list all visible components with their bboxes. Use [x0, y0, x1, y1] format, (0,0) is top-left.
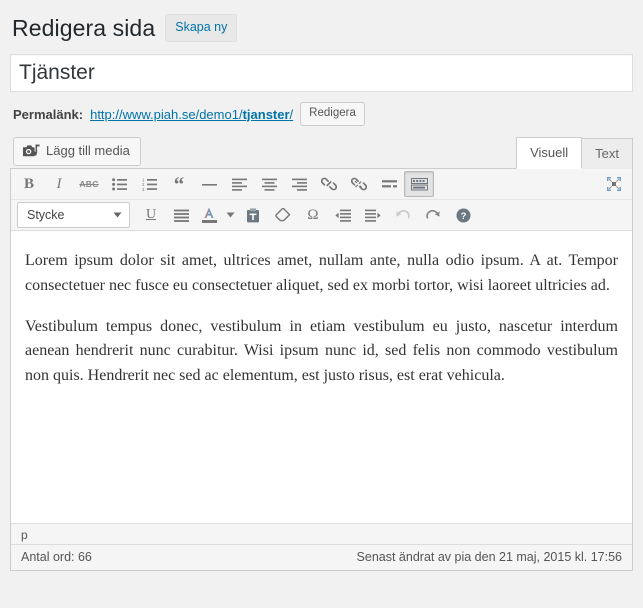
svg-text:?: ?: [460, 211, 466, 222]
clear-formatting-icon[interactable]: [268, 202, 298, 228]
read-more-tag-icon[interactable]: [374, 171, 404, 197]
text-color-caret-icon[interactable]: [222, 202, 238, 228]
toolbar-row-1: B I ABC 1 2 3 “: [11, 169, 632, 200]
strikethrough-icon[interactable]: ABC: [74, 171, 104, 197]
remove-link-icon[interactable]: [344, 171, 374, 197]
permalink-slug: tjanster: [242, 106, 290, 122]
italic-icon[interactable]: I: [44, 171, 74, 197]
permalink-url-prefix: http://www.piah.se/demo1/: [90, 106, 243, 122]
format-select[interactable]: Stycke: [17, 202, 130, 228]
redo-icon[interactable]: [418, 202, 448, 228]
permalink-link[interactable]: http://www.piah.se/demo1/tjanster/: [90, 107, 293, 122]
outdent-icon[interactable]: [328, 202, 358, 228]
post-title-input[interactable]: [10, 54, 633, 92]
add-media-button[interactable]: Lägg till media: [13, 137, 141, 166]
tab-text[interactable]: Text: [581, 138, 633, 169]
page-header: Redigera sida Skapa ny: [10, 10, 633, 46]
align-center-icon[interactable]: [254, 171, 284, 197]
paste-as-text-icon[interactable]: [238, 202, 268, 228]
permalink-row: Permalänk: http://www.piah.se/demo1/tjan…: [10, 101, 633, 127]
last-edited-info: Senast ändrat av pia den 21 maj, 2015 kl…: [356, 550, 622, 564]
content-paragraph: Vestibulum tempus donec, vestibulum in e…: [25, 317, 618, 385]
chevron-down-icon: [113, 212, 122, 218]
blockquote-icon[interactable]: “: [164, 171, 194, 197]
tab-visual[interactable]: Visuell: [516, 137, 583, 169]
toggle-toolbar-icon[interactable]: [404, 171, 434, 197]
text-color-icon[interactable]: [196, 202, 222, 228]
align-right-icon[interactable]: [284, 171, 314, 197]
element-path-bar: p: [11, 523, 632, 544]
editor-status-bar: Antal ord: 66 Senast ändrat av pia den 2…: [11, 544, 632, 570]
toolbar-row-2: Stycke U Ω ?: [11, 200, 632, 230]
add-new-page-button[interactable]: Skapa ny: [165, 14, 238, 42]
indent-icon[interactable]: [358, 202, 388, 228]
bullet-list-icon[interactable]: [104, 171, 134, 197]
undo-icon[interactable]: [388, 202, 418, 228]
edit-permalink-button[interactable]: Redigera: [300, 101, 365, 127]
align-justify-icon[interactable]: [166, 202, 196, 228]
insert-link-icon[interactable]: [314, 171, 344, 197]
special-character-icon[interactable]: Ω: [298, 202, 328, 228]
svg-text:3: 3: [142, 186, 145, 190]
numbered-list-icon[interactable]: 1 2 3: [134, 171, 164, 197]
content-paragraph: Lorem ipsum dolor sit amet, ultrices ame…: [25, 252, 618, 294]
add-media-label: Lägg till media: [46, 143, 130, 159]
horizontal-rule-icon[interactable]: [194, 171, 224, 197]
bold-icon[interactable]: B: [14, 171, 44, 197]
align-left-icon[interactable]: [224, 171, 254, 197]
text-color-indicator: [201, 220, 217, 223]
editor-content-area[interactable]: Lorem ipsum dolor sit amet, ultrices ame…: [11, 231, 632, 523]
editor-top-bar: Lägg till media Visuell Text: [10, 137, 633, 169]
editor-container: B I ABC 1 2 3 “ Stycke U Ω ? Lorem ipsum…: [10, 168, 633, 571]
camera-music-icon: [23, 143, 40, 159]
permalink-label: Permalänk:: [13, 106, 84, 122]
page-wrapper: Redigera sida Skapa ny Permalänk: http:/…: [0, 0, 643, 571]
editor-mode-tabs: Visuell Text: [516, 137, 633, 169]
format-select-value: Stycke: [27, 208, 65, 222]
editor-toolbar: B I ABC 1 2 3 “ Stycke U Ω ?: [11, 169, 632, 231]
permalink-url-suffix: /: [289, 106, 294, 122]
word-count: Antal ord: 66: [21, 550, 92, 564]
page-title: Redigera sida: [12, 14, 156, 41]
underline-icon[interactable]: U: [136, 202, 166, 228]
fullscreen-icon[interactable]: [599, 171, 629, 197]
keyboard-shortcuts-help-icon[interactable]: ?: [448, 202, 478, 228]
